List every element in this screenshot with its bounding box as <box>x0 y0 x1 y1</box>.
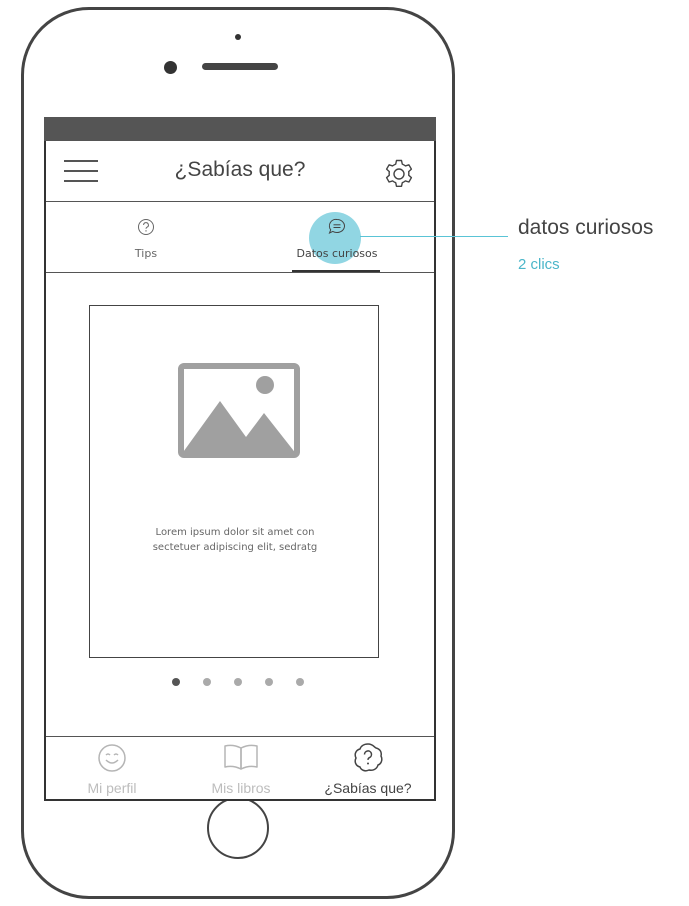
hamburger-menu-icon[interactable] <box>64 160 98 184</box>
tabs-divider <box>46 272 434 273</box>
nav-sabias-que-label: ¿Sabías que? <box>324 780 412 796</box>
question-bubble-icon <box>354 743 383 772</box>
page-title: ¿Sabías que? <box>174 158 306 181</box>
page-dot-5[interactable] <box>296 678 304 686</box>
nav-item-sabias-que[interactable]: ¿Sabías que? <box>318 740 418 798</box>
nav-mis-libros-label: Mis libros <box>211 780 271 796</box>
gear-icon[interactable] <box>383 158 415 190</box>
tab-tips[interactable]: Tips <box>96 216 196 266</box>
card-description-line-1: Lorem ipsum dolor sit amet con <box>155 527 315 538</box>
sensor-dot <box>235 34 241 40</box>
status-bar <box>44 117 436 141</box>
page-dot-2[interactable] <box>203 678 211 686</box>
page-dot-4[interactable] <box>265 678 273 686</box>
chat-bubble-icon <box>328 218 345 234</box>
page-dot-1[interactable] <box>172 678 180 686</box>
open-book-icon <box>224 744 258 770</box>
nav-mi-perfil-label: Mi perfil <box>87 780 137 796</box>
image-placeholder-icon <box>178 363 300 458</box>
annotation-leader-line <box>360 236 508 237</box>
question-circle-icon <box>138 219 154 235</box>
smiley-icon <box>98 744 126 772</box>
earpiece-speaker <box>202 63 278 70</box>
nav-item-mi-perfil[interactable]: Mi perfil <box>72 740 152 798</box>
annotation-title: datos curiosos <box>518 216 654 239</box>
card-description-line-2: sectetuer adipiscing elit, sedratg <box>152 542 318 553</box>
header-divider <box>46 201 434 202</box>
tab-tips-label: Tips <box>134 247 158 260</box>
content-card[interactable] <box>89 305 379 658</box>
active-tab-indicator <box>292 270 380 272</box>
card-description: Lorem ipsum dolor sit amet con sectetuer… <box>110 525 360 555</box>
page-dot-3[interactable] <box>234 678 242 686</box>
home-button[interactable] <box>207 797 269 859</box>
bottom-nav-divider <box>46 736 434 737</box>
tab-datos-curiosos[interactable]: Datos curiosos <box>287 216 387 266</box>
annotation-subtitle: 2 clics <box>518 256 560 273</box>
nav-item-mis-libros[interactable]: Mis libros <box>196 740 286 798</box>
front-camera <box>164 61 177 74</box>
tab-datos-curiosos-label: Datos curiosos <box>296 247 378 260</box>
